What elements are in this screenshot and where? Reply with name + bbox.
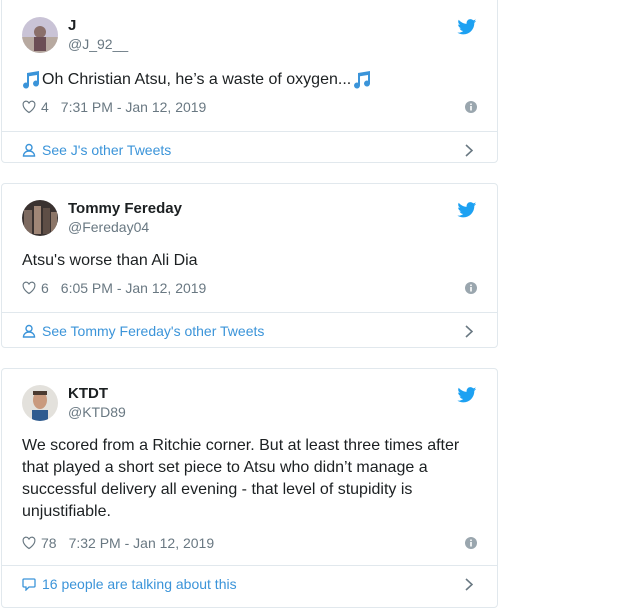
twitter-bird-icon[interactable] [457,202,477,218]
see-other-tweets-link[interactable]: See J's other Tweets [2,131,497,168]
tweet-header: J @J_92__ [22,15,477,55]
chevron-right-icon[interactable] [465,144,473,157]
display-name[interactable]: Tommy Fereday [68,199,182,218]
person-icon [22,143,36,157]
speech-bubble-icon [22,578,36,591]
avatar[interactable] [22,17,58,53]
display-name[interactable]: KTDT [68,384,126,403]
display-name[interactable]: J [68,16,128,35]
avatar[interactable] [22,385,58,421]
handle[interactable]: @KTD89 [68,403,126,422]
like-count[interactable]: 78 [41,535,57,551]
timestamp[interactable]: 6:05 PM - Jan 12, 2019 [61,280,207,296]
footer-label[interactable]: See Tommy Fereday's other Tweets [42,323,264,339]
tweet-text: Atsu's worse than Ali Dia [22,252,198,269]
timestamp[interactable]: 7:32 PM - Jan 12, 2019 [69,535,215,551]
tweet-text: We scored from a Ritchie corner. But at … [22,437,460,520]
chevron-right-icon[interactable] [465,578,473,591]
tweet-meta: 78 7:32 PM - Jan 12, 2019 [22,533,477,553]
chevron-right-icon[interactable] [465,325,473,338]
heart-icon[interactable] [22,536,36,550]
person-icon [22,324,36,338]
like-count[interactable]: 6 [41,280,49,296]
footer-label[interactable]: See J's other Tweets [42,142,171,158]
conversation-link[interactable]: 16 people are talking about this [2,565,497,602]
see-other-tweets-link[interactable]: See Tommy Fereday's other Tweets [2,312,497,349]
avatar[interactable] [22,200,58,236]
twitter-bird-icon[interactable] [457,387,477,403]
handle[interactable]: @J_92__ [68,35,128,54]
info-icon[interactable] [465,101,477,113]
like-count[interactable]: 4 [41,99,49,115]
tweet-card: KTDT @KTD89 We scored from a Ritchie cor… [1,368,498,608]
tweet-meta: 4 7:31 PM - Jan 12, 2019 [22,97,477,117]
info-icon[interactable] [465,282,477,294]
tweet-card: J @J_92__ Oh Christian Atsu, he’s a wast… [1,0,498,163]
heart-icon[interactable] [22,100,36,114]
twitter-bird-icon[interactable] [457,19,477,35]
tweet-header: Tommy Fereday @Fereday04 [22,198,477,238]
info-icon[interactable] [465,537,477,549]
timestamp[interactable]: 7:31 PM - Jan 12, 2019 [61,99,207,115]
musical-notes-icon [23,71,40,89]
footer-label[interactable]: 16 people are talking about this [42,576,237,592]
tweet-text: Oh Christian Atsu, he’s a waste of oxyge… [42,71,352,88]
tweet-card: Tommy Fereday @Fereday04 Atsu's worse th… [1,183,498,348]
heart-icon[interactable] [22,281,36,295]
musical-notes-icon [354,71,371,89]
tweet-meta: 6 6:05 PM - Jan 12, 2019 [22,278,477,298]
tweet-header: KTDT @KTD89 [22,383,477,423]
handle[interactable]: @Fereday04 [68,218,182,237]
